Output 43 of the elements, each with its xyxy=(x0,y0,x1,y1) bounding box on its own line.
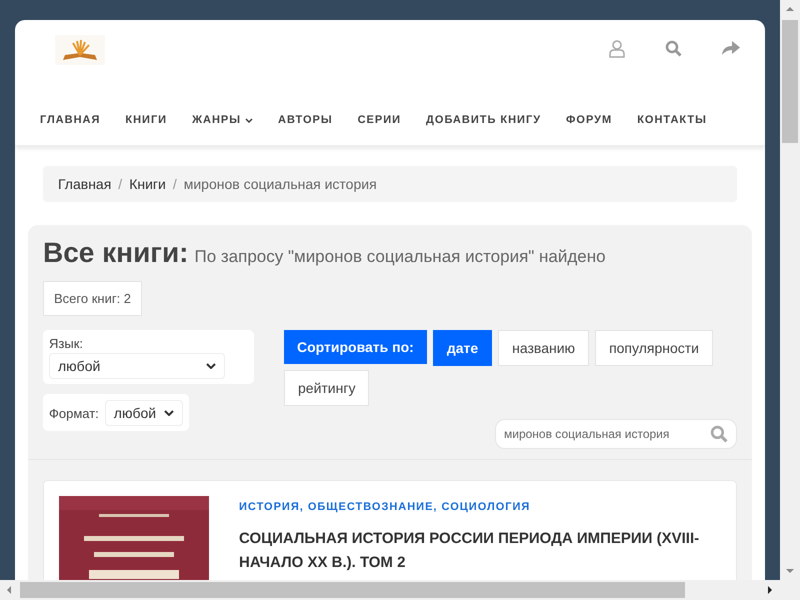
nav-link[interactable]: КНИГИ xyxy=(125,114,168,126)
search-field[interactable]: миронов социальная история xyxy=(495,419,737,449)
separator: / xyxy=(172,176,177,192)
separator: / xyxy=(118,176,122,192)
scrollbar-thumb[interactable] xyxy=(782,20,798,143)
breadcrumb-current: миронов социальная история xyxy=(184,176,377,192)
format-select[interactable]: любой xyxy=(104,400,183,426)
right-arrow-icon[interactable] xyxy=(766,586,774,594)
up-arrow-icon[interactable] xyxy=(786,5,794,13)
page-title: Все книги: xyxy=(43,237,188,269)
sort-button[interactable]: дате xyxy=(432,330,492,366)
user-icon[interactable] xyxy=(609,40,625,58)
scrollbar-thumb[interactable] xyxy=(20,582,685,598)
nav-link[interactable]: КОНТАКТЫ xyxy=(637,114,707,126)
breadcrumb-link[interactable]: Книги xyxy=(129,176,166,192)
chevron-down-icon xyxy=(206,363,216,369)
share-icon[interactable] xyxy=(722,40,740,55)
breadcrumb-link[interactable]: Главная xyxy=(58,176,112,192)
total-count: Всего книг: 2 xyxy=(43,281,142,316)
down-arrow-icon[interactable] xyxy=(786,567,794,575)
filter-label: Формат: xyxy=(49,406,99,420)
book-categories[interactable]: ИСТОРИЯ, ОБЩЕСТВОЗНАНИЕ, СОЦИОЛОГИЯ xyxy=(239,501,721,513)
nav-link[interactable]: ДОБАВИТЬ КНИГУ xyxy=(426,114,542,126)
filter-label: Язык: xyxy=(49,336,84,351)
book-title[interactable]: СОЦИАЛЬНАЯ ИСТОРИЯ РОССИИ ПЕРИОДА ИМПЕРИИ (XVIII-НАЧАЛО XX В.). ТОМ 2 xyxy=(239,527,721,575)
nav-link[interactable]: ГЛАВНАЯ xyxy=(40,114,100,126)
nav-link[interactable]: ЖАНРЫ xyxy=(192,114,254,126)
page-subtitle: По запросу "миронов социальная история" найдено xyxy=(194,247,606,267)
logo-icon[interactable] xyxy=(55,35,105,65)
vertical-scrollbar[interactable] xyxy=(780,0,800,580)
sort-label: Сортировать по: xyxy=(284,330,427,364)
nav-link[interactable]: ФОРУМ xyxy=(566,114,612,126)
language-select[interactable]: любой xyxy=(49,353,225,379)
search-icon[interactable] xyxy=(710,425,728,443)
sort-button[interactable]: популярности xyxy=(595,330,713,366)
nav-link[interactable]: АВТОРЫ xyxy=(278,114,333,126)
horizontal-scrollbar[interactable] xyxy=(0,580,800,600)
left-arrow-icon[interactable] xyxy=(5,586,13,594)
chevron-down-icon xyxy=(164,410,174,416)
sort-button[interactable]: рейтингу xyxy=(284,370,370,406)
search-icon[interactable] xyxy=(665,40,682,57)
nav-link[interactable]: СЕРИИ xyxy=(358,114,402,126)
sort-button[interactable]: названию xyxy=(498,330,590,366)
